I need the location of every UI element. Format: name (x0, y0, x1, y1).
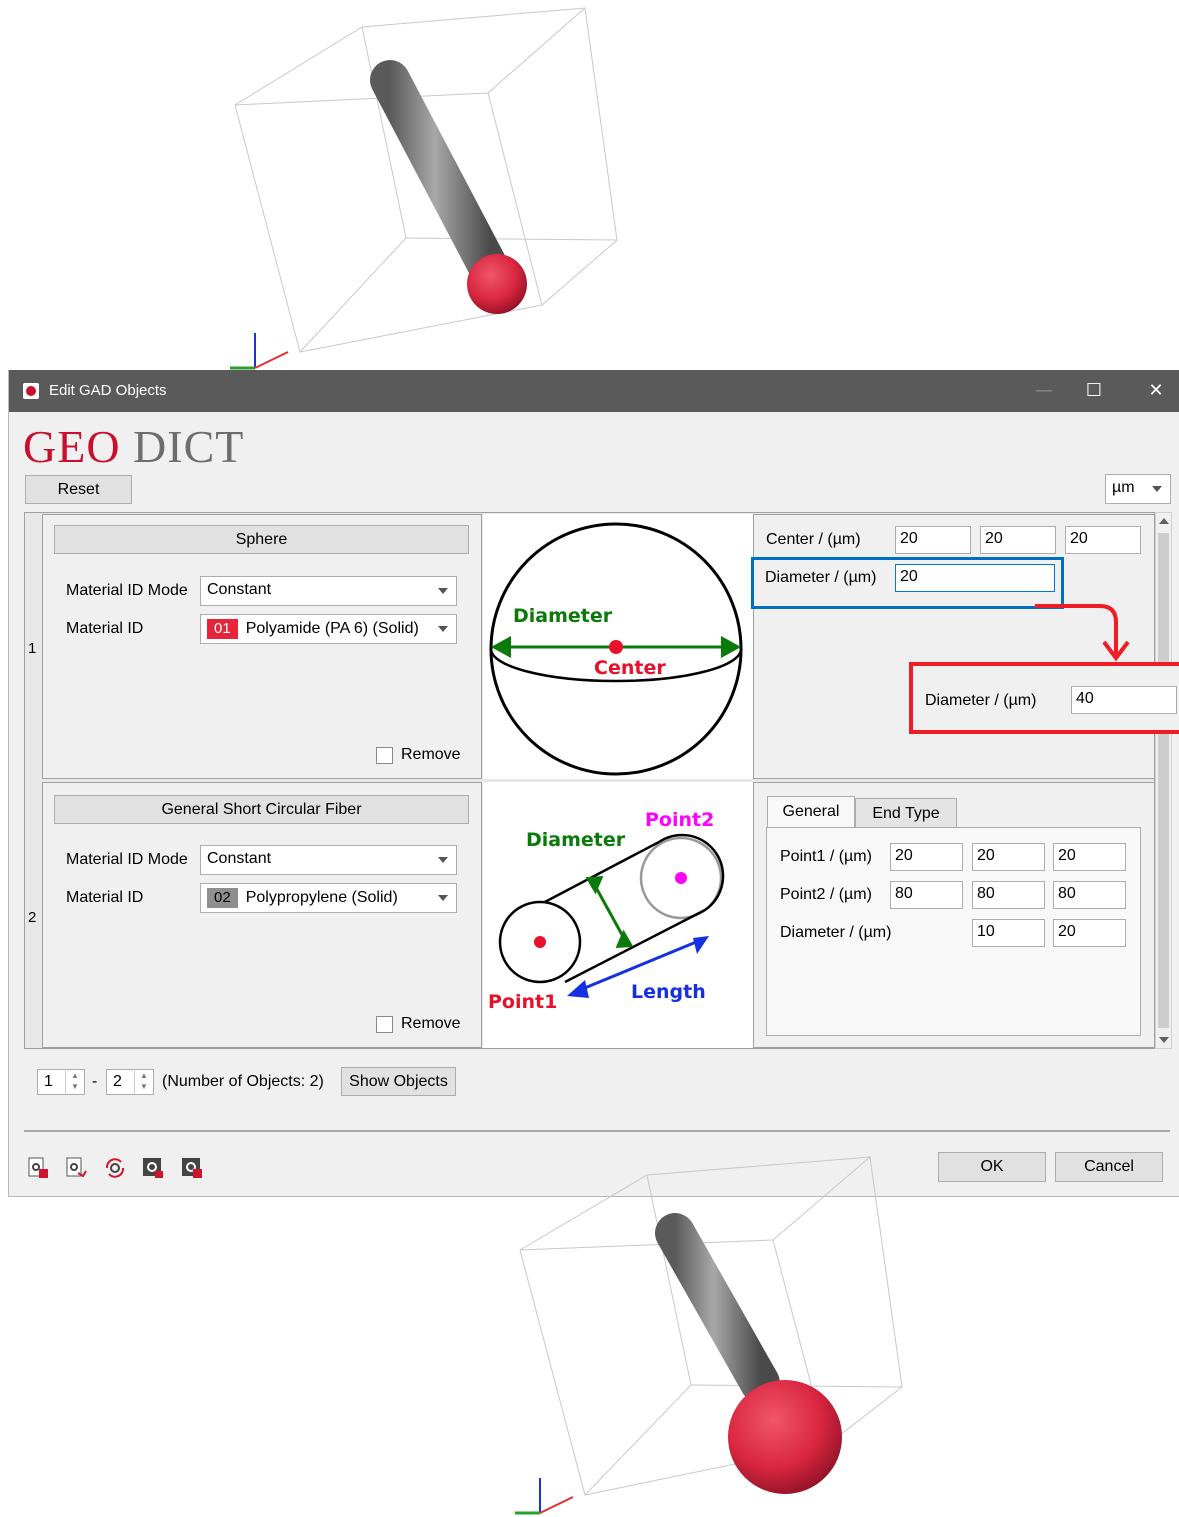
material-id-mode-label: Material ID Mode (66, 851, 188, 868)
point1-text: Point1 (488, 991, 557, 1013)
diameter-arrow (591, 881, 628, 943)
title-bar: Edit GAD Objects — ☐ ✕ (9, 370, 1179, 412)
save-file-icon[interactable] (65, 1157, 87, 1179)
point2-x-input[interactable]: 80 (890, 881, 963, 909)
export-icon[interactable] (181, 1157, 203, 1179)
close-button[interactable]: ✕ (1126, 370, 1179, 412)
spin-arrows-icon[interactable]: ▲ ▼ (134, 1070, 153, 1094)
row-number-1: 1 (28, 640, 37, 657)
point2-y-input[interactable]: 80 (972, 881, 1045, 909)
center-y-input[interactable]: 20 (980, 526, 1056, 554)
point1-y-input[interactable]: 20 (972, 843, 1045, 871)
material-id-select[interactable]: 01 Polyamide (PA 6) (Solid) (200, 614, 457, 644)
point2-label: Point2 / (µm) (780, 886, 872, 903)
diameter-text: Diameter (513, 605, 613, 627)
object-type-button[interactable]: General Short Circular Fiber (54, 795, 469, 824)
point2-text: Point2 (645, 809, 714, 831)
point1-label: Point1 / (µm) (780, 848, 872, 865)
center-x-input[interactable]: 20 (895, 526, 971, 554)
point1-z-input[interactable]: 20 (1053, 843, 1126, 871)
material-id-mode-select[interactable]: Constant (200, 576, 457, 606)
object-type-button[interactable]: Sphere (54, 525, 469, 554)
scrollbar[interactable] (1155, 512, 1172, 1049)
chevron-down-icon (438, 857, 448, 863)
material-id-mode-select[interactable]: Constant (200, 845, 457, 875)
remove-label: Remove (401, 1015, 461, 1032)
cancel-button[interactable]: Cancel (1055, 1152, 1163, 1182)
point1-dot (534, 936, 546, 948)
refresh-icon[interactable] (104, 1157, 126, 1179)
scrollbar-thumb[interactable] (1158, 533, 1169, 1028)
unit-select[interactable]: µm (1105, 474, 1171, 504)
chevron-down-icon (438, 588, 448, 594)
load-file-icon[interactable] (27, 1157, 49, 1179)
fiber (370, 60, 510, 290)
chevron-down-icon (1152, 486, 1162, 492)
scroll-down-icon[interactable] (1159, 1037, 1169, 1043)
object-count: (Number of Objects: 2) (162, 1073, 324, 1090)
window-title: Edit GAD Objects (49, 382, 167, 399)
remove-checkbox[interactable] (376, 747, 393, 764)
diameter-text: Diameter (526, 829, 626, 851)
point1-x-input[interactable]: 20 (890, 843, 963, 871)
material-id-select[interactable]: 02 Polypropylene (Solid) (200, 883, 457, 913)
fiber (655, 1213, 780, 1403)
show-objects-button[interactable]: Show Objects (341, 1067, 456, 1096)
callout-box: Diameter / (µm) 40 (909, 662, 1179, 734)
callout-diameter-input: 40 (1071, 686, 1177, 714)
chevron-down-icon (438, 895, 448, 901)
center-dot (609, 640, 623, 654)
arrow-callout-icon (1035, 604, 1130, 662)
point2-z-input[interactable]: 80 (1053, 881, 1126, 909)
range-to-spinbox[interactable]: 2 ▲ ▼ (106, 1069, 154, 1095)
divider (24, 1130, 1170, 1132)
geodict-logo: GEO DICT (23, 421, 245, 472)
center-text: Center (594, 657, 666, 679)
reset-button[interactable]: Reset (25, 475, 132, 504)
material-id-label: Material ID (66, 620, 144, 637)
ok-button[interactable]: OK (938, 1152, 1046, 1182)
tab-general[interactable]: General (767, 796, 855, 828)
fiber-diagram: Diameter Point2 Point1 Length (483, 782, 753, 1048)
axis-triad-icon (515, 1478, 574, 1515)
material-color-chip: 02 (207, 888, 238, 908)
maximize-button[interactable]: ☐ (1064, 370, 1124, 412)
length-text: Length (631, 981, 706, 1003)
material-id-label: Material ID (66, 889, 144, 906)
point2-dot (675, 872, 687, 884)
highlight-box (751, 557, 1064, 609)
diameter-max-input[interactable]: 20 (1053, 919, 1126, 947)
render-after (515, 1156, 903, 1515)
diameter-label: Diameter / (µm) (780, 924, 892, 941)
spin-arrows-icon[interactable]: ▲ ▼ (65, 1070, 84, 1094)
material-color-chip: 01 (207, 619, 238, 639)
remove-checkbox[interactable] (376, 1016, 393, 1033)
render-before (230, 7, 618, 370)
diameter-min-input[interactable]: 10 (972, 919, 1045, 947)
range-from-spinbox[interactable]: 1 ▲ ▼ (37, 1069, 85, 1095)
row-number-2: 2 (28, 909, 37, 926)
material-id-mode-label: Material ID Mode (66, 582, 188, 599)
tab-end-type[interactable]: End Type (855, 798, 957, 828)
chevron-down-icon (438, 626, 448, 632)
remove-label: Remove (401, 746, 461, 763)
range-separator: - (92, 1073, 98, 1090)
geodict-app-icon (23, 383, 39, 399)
sphere-diagram: Diameter Center (483, 514, 753, 779)
sphere (467, 254, 527, 314)
callout-diameter-label: Diameter / (µm) (925, 692, 1037, 709)
settings-icon[interactable] (142, 1157, 164, 1179)
scroll-up-icon[interactable] (1159, 518, 1169, 524)
center-label: Center / (µm) (766, 531, 861, 548)
axis-triad-icon (230, 333, 289, 370)
center-z-input[interactable]: 20 (1065, 526, 1141, 554)
sphere (728, 1380, 842, 1494)
